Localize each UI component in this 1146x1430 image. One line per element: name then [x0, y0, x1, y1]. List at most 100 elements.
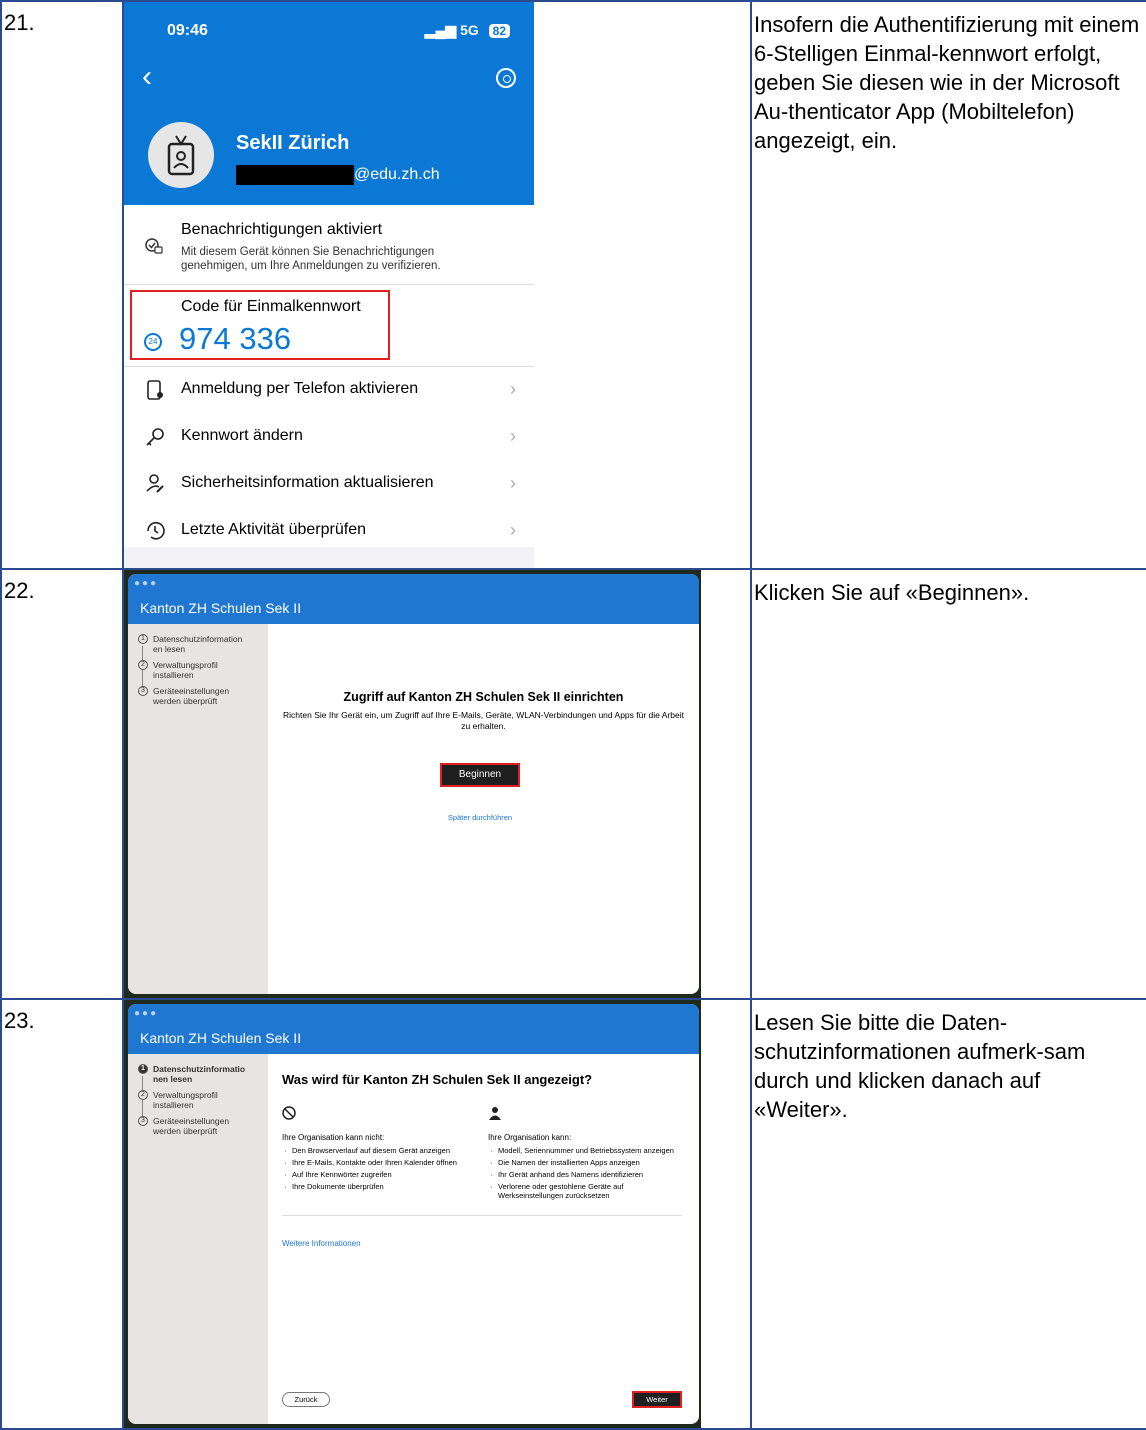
battery-icon: 82 — [488, 24, 510, 38]
window-titlebar: ●●● Kanton ZH Schulen Sek II — [128, 574, 699, 624]
list-item: Die Namen der installierten Apps anzeige… — [488, 1158, 688, 1167]
sidebar-step-3: 3 Geräteeinstellungen werden überprüft — [138, 1116, 253, 1136]
notifications-text: Mit diesem Gerät können Sie Benachrichti… — [181, 246, 441, 272]
sidebar-step-1: 1 Datenschutzinformatio nen lesen — [138, 1064, 253, 1084]
otp-timer-icon: 24 — [144, 333, 162, 351]
step-index: 3 — [138, 686, 148, 696]
menu-label: Letzte Aktivität überprüfen — [181, 521, 366, 538]
gear-icon[interactable] — [496, 68, 516, 88]
page-subtitle: Richten Sie Ihr Gerät ein, um Zugriff au… — [283, 710, 684, 731]
signal-icon: ▂▄▆ — [424, 22, 457, 38]
chevron-right-icon: › — [510, 520, 516, 540]
chevron-right-icon: › — [510, 473, 516, 493]
menu-item-change-password[interactable]: Kennwort ändern › — [124, 414, 534, 461]
user-edit-icon — [146, 474, 164, 493]
can-list: Modell, Seriennummer und Betriebssystem … — [488, 1146, 688, 1200]
step-index: 2 — [138, 660, 148, 670]
email-domain: @edu.zh.ch — [354, 166, 440, 183]
later-link[interactable]: Später durchführen — [268, 813, 692, 822]
screenshot-cell: ●●● Kanton ZH Schulen Sek II 1 Datenschu… — [122, 998, 752, 1430]
page-title: Zugriff auf Kanton ZH Schulen Sek II ein… — [343, 690, 624, 704]
main-content: Zugriff auf Kanton ZH Schulen Sek II ein… — [268, 624, 699, 994]
list-item: Ihre Dokumente überprüfen — [282, 1182, 482, 1191]
back-button[interactable]: Zurück — [282, 1392, 330, 1407]
account-panel: Benachrichtigungen aktiviert Mit diesem … — [124, 205, 534, 555]
start-button[interactable]: Beginnen — [440, 763, 520, 787]
steps-sidebar: 1 Datenschutzinformation en lesen 2 Verw… — [128, 624, 268, 994]
step-index: 3 — [138, 1116, 148, 1126]
phone-sign-in-icon — [147, 380, 163, 400]
menu-label: Anmeldung per Telefon aktivieren — [181, 380, 419, 397]
menu-item-security-info[interactable]: Sicherheitsinformation aktualisieren › — [124, 461, 534, 508]
company-portal-screenshot: ●●● Kanton ZH Schulen Sek II 1 Datenschu… — [124, 1000, 701, 1428]
can-column: Ihre Organisation kann: Modell, Seriennu… — [488, 1106, 688, 1203]
screen-bottom — [124, 547, 534, 568]
step-row-21: 21. 09:46 ▂▄▆ 5G 82 ‹ SekII Zürich @edu.… — [0, 0, 1146, 570]
app-title: Kanton ZH Schulen Sek II — [140, 1030, 302, 1046]
notifications-item: Benachrichtigungen aktiviert Mit diesem … — [124, 205, 534, 285]
main-content: Was wird für Kanton ZH Schulen Sek II an… — [268, 1054, 699, 1424]
app-window: ●●● Kanton ZH Schulen Sek II 1 Datenschu… — [128, 574, 699, 994]
back-chevron-icon[interactable]: ‹ — [142, 62, 152, 92]
window-controls-icon[interactable]: ●●● — [134, 1008, 158, 1019]
step-index: 1 — [138, 634, 148, 644]
sidebar-step-2: 2 Verwaltungsprofil installieren — [138, 1090, 253, 1110]
account-name: SekII Zürich — [236, 132, 350, 154]
otp-code: 974 336 — [179, 321, 292, 356]
step-label: Geräteeinstellungen werden überprüft — [153, 1116, 230, 1136]
list-item: Den Browserverlauf auf diesem Gerät anze… — [282, 1146, 482, 1155]
step-row-23: 23. ●●● Kanton ZH Schulen Sek II 1 Daten… — [0, 998, 1146, 1430]
list-item: Modell, Seriennummer und Betriebssystem … — [488, 1146, 688, 1155]
account-header: 09:46 ▂▄▆ 5G 82 ‹ SekII Zürich @edu.zh.c… — [124, 2, 534, 205]
company-portal-screenshot: ●●● Kanton ZH Schulen Sek II 1 Datenschu… — [124, 570, 701, 998]
chevron-right-icon: › — [510, 379, 516, 399]
list-item: Auf Ihre Kennwörter zugreifen — [282, 1170, 482, 1179]
badge-icon — [167, 135, 195, 176]
steps-sidebar: 1 Datenschutzinformatio nen lesen 2 Verw… — [128, 1054, 268, 1424]
step-number: 23. — [0, 998, 124, 1430]
account-email: @edu.zh.ch — [236, 165, 440, 185]
step-number: 22. — [0, 568, 124, 1000]
page-title: Was wird für Kanton ZH Schulen Sek II an… — [282, 1072, 593, 1087]
prohibited-icon — [282, 1106, 296, 1120]
step-number: 21. — [0, 0, 124, 570]
sidebar-step-1: 1 Datenschutzinformation en lesen — [138, 634, 253, 654]
list-item: Ihre E-Mails, Kontakte oder Ihren Kalend… — [282, 1158, 482, 1167]
notifications-title: Benachrichtigungen aktiviert — [181, 221, 383, 238]
chevron-right-icon: › — [510, 426, 516, 446]
step-row-22: 22. ●●● Kanton ZH Schulen Sek II 1 Daten… — [0, 568, 1146, 1000]
window-titlebar: ●●● Kanton ZH Schulen Sek II — [128, 1004, 699, 1054]
avatar — [148, 122, 214, 188]
network-label: 5G — [460, 22, 479, 38]
app-window: ●●● Kanton ZH Schulen Sek II 1 Datenschu… — [128, 1004, 699, 1424]
otp-label: Code für Einmalkennwort — [181, 298, 361, 315]
notification-check-icon — [145, 238, 163, 254]
otp-item: 24 Code für Einmalkennwort 974 336 — [124, 285, 534, 367]
redaction-bar — [236, 165, 354, 185]
step-index: 1 — [138, 1064, 148, 1074]
list-item: Verlorene oder gestohlene Geräte auf Wer… — [488, 1182, 688, 1200]
history-icon — [147, 521, 165, 540]
screenshot-cell: ●●● Kanton ZH Schulen Sek II 1 Datenschu… — [122, 568, 752, 1000]
more-info-link[interactable]: Weitere Informationen — [282, 1239, 361, 1248]
step-description: Insofern die Authentifizierung mit einem… — [750, 0, 1146, 570]
cannot-header: Ihre Organisation kann nicht: — [282, 1133, 385, 1142]
window-controls-icon[interactable]: ●●● — [134, 578, 158, 589]
status-indicators: ▂▄▆ 5G 82 — [425, 22, 510, 39]
step-description: Lesen Sie bitte die Daten-schutzinformat… — [750, 998, 1146, 1430]
step-label: Datenschutzinformatio nen lesen — [153, 1064, 246, 1084]
sidebar-step-2: 2 Verwaltungsprofil installieren — [138, 660, 253, 680]
key-icon — [146, 428, 164, 446]
screenshot-cell: 09:46 ▂▄▆ 5G 82 ‹ SekII Zürich @edu.zh.c… — [122, 0, 752, 570]
step-index: 2 — [138, 1090, 148, 1100]
menu-item-phone-sign-in[interactable]: Anmeldung per Telefon aktivieren › — [124, 367, 534, 414]
status-time: 09:46 — [167, 22, 208, 39]
authenticator-screenshot: 09:46 ▂▄▆ 5G 82 ‹ SekII Zürich @edu.zh.c… — [124, 2, 534, 568]
divider — [282, 1215, 682, 1216]
step-description: Klicken Sie auf «Beginnen». — [750, 568, 1146, 1000]
next-button[interactable]: Weiter — [632, 1391, 682, 1408]
sidebar-step-3: 3 Geräteeinstellungen werden überprüft — [138, 686, 253, 706]
menu-label: Sicherheitsinformation aktualisieren — [181, 474, 434, 491]
instruction-table: 21. 09:46 ▂▄▆ 5G 82 ‹ SekII Zürich @edu.… — [0, 0, 1146, 1430]
step-label: Verwaltungsprofil installieren — [153, 1090, 218, 1110]
